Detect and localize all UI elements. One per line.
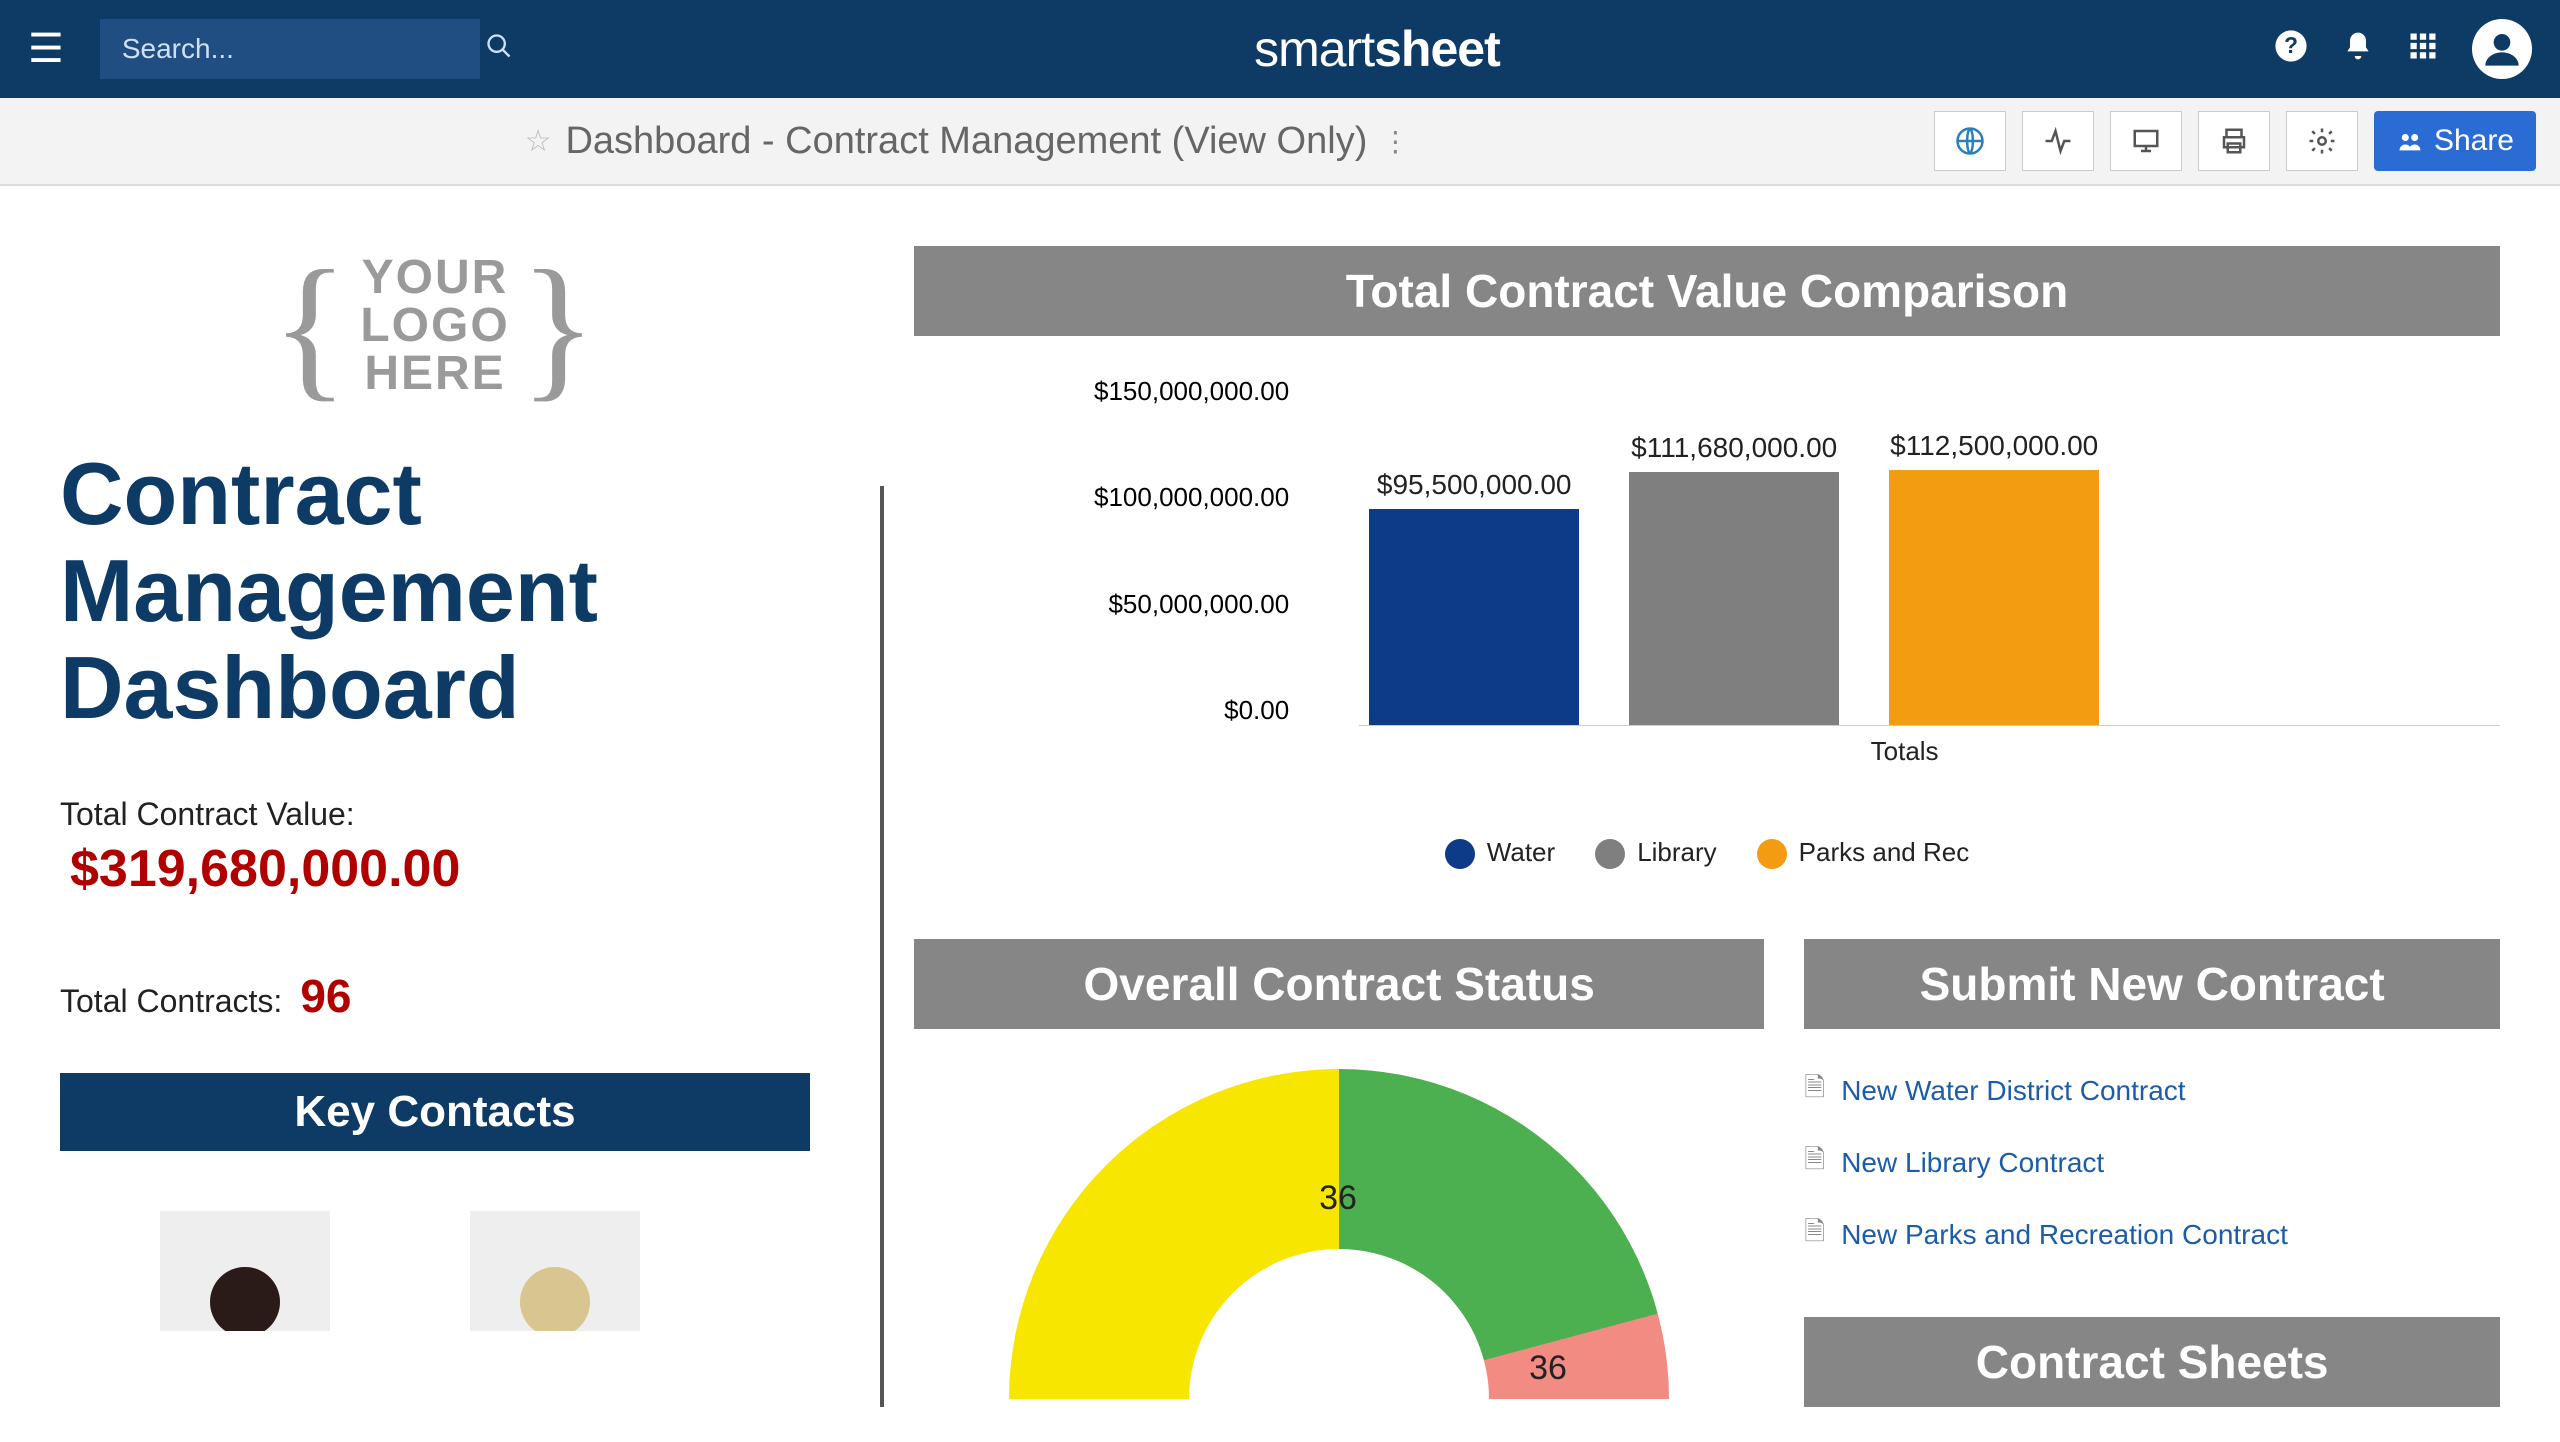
present-icon[interactable] (2110, 111, 2182, 171)
bar-chart: $150,000,000.00$100,000,000.00$50,000,00… (1094, 376, 2500, 767)
bar-water (1369, 509, 1579, 725)
submit-link-label: New Parks and Recreation Contract (1841, 1219, 2288, 1251)
legend-item[interactable]: Parks and Rec (1757, 837, 1970, 869)
account-avatar[interactable] (2472, 19, 2532, 79)
bar-parks-and-rec (1889, 470, 2099, 725)
page-options-icon[interactable]: ⋮ (1381, 125, 1409, 158)
search-input[interactable] (120, 32, 485, 66)
svg-text:?: ? (2284, 32, 2298, 58)
menu-icon[interactable]: ☰ (28, 26, 64, 72)
total-value-label: Total Contract Value: (60, 796, 810, 833)
submit-header: Submit New Contract (1804, 939, 2500, 1029)
bar-library (1629, 472, 1839, 725)
favorite-star-icon[interactable]: ☆ (525, 124, 552, 159)
status-donut-chart: 36 36 (914, 1069, 1764, 1399)
chart-title-band: Total Contract Value Comparison (914, 246, 2500, 336)
brand-logo: smartsheet (480, 20, 2274, 78)
sheets-header: Contract Sheets (1804, 1317, 2500, 1407)
top-navbar: ☰ smartsheet ? (0, 0, 2560, 98)
donut-value-yellow: 36 (1319, 1179, 1357, 1218)
print-icon[interactable] (2198, 111, 2270, 171)
submit-link[interactable]: 🗎 New Parks and Recreation Contract (1804, 1213, 2500, 1257)
key-contacts-header: Key Contacts (60, 1073, 810, 1151)
document-icon: 🗎 (1804, 1213, 1825, 1257)
document-icon: 🗎 (1804, 1069, 1825, 1113)
share-label: Share (2434, 124, 2514, 158)
publish-globe-icon[interactable] (1934, 111, 2006, 171)
submit-link-label: New Library Contract (1841, 1147, 2104, 1179)
submit-link-label: New Water District Contract (1841, 1075, 2185, 1107)
bar-value-label: $111,680,000.00 (1631, 432, 1837, 464)
settings-gear-icon[interactable] (2286, 111, 2358, 171)
share-button[interactable]: Share (2374, 111, 2536, 171)
page-title: Dashboard - Contract Management (View On… (565, 120, 1367, 163)
chart-x-label: Totals (1309, 736, 2500, 767)
total-contracts-label: Total Contracts: (60, 983, 282, 1020)
submit-link[interactable]: 🗎 New Water District Contract (1804, 1069, 2500, 1113)
legend-color-dot (1595, 839, 1625, 869)
divider (880, 486, 884, 1407)
notifications-icon[interactable] (2342, 30, 2374, 69)
contact-photo (470, 1211, 640, 1331)
total-contracts-count: 96 (300, 969, 351, 1023)
total-value-amount: $319,680,000.00 (70, 839, 810, 899)
activity-icon[interactable] (2022, 111, 2094, 171)
status-header: Overall Contract Status (914, 939, 1764, 1029)
help-icon[interactable]: ? (2274, 29, 2308, 70)
page-toolbar: ☆ Dashboard - Contract Management (View … (0, 98, 2560, 186)
legend-color-dot (1445, 839, 1475, 869)
bar-value-label: $112,500,000.00 (1890, 430, 2098, 462)
bar-value-label: $95,500,000.00 (1377, 469, 1572, 501)
contact-photo (160, 1211, 330, 1331)
search-box[interactable] (100, 19, 480, 79)
legend-color-dot (1757, 839, 1787, 869)
legend-item[interactable]: Library (1595, 837, 1716, 869)
document-icon: 🗎 (1804, 1141, 1825, 1185)
donut-value-green: 36 (1529, 1349, 1567, 1388)
logo-placeholder: { YOUR LOGO HERE } (60, 246, 810, 406)
legend-item[interactable]: Water (1445, 837, 1555, 869)
apps-icon[interactable] (2408, 31, 2438, 68)
dashboard-title: ContractManagementDashboard (60, 446, 810, 736)
submit-link[interactable]: 🗎 New Library Contract (1804, 1141, 2500, 1185)
chart-legend: Water Library Parks and Rec (914, 837, 2500, 869)
